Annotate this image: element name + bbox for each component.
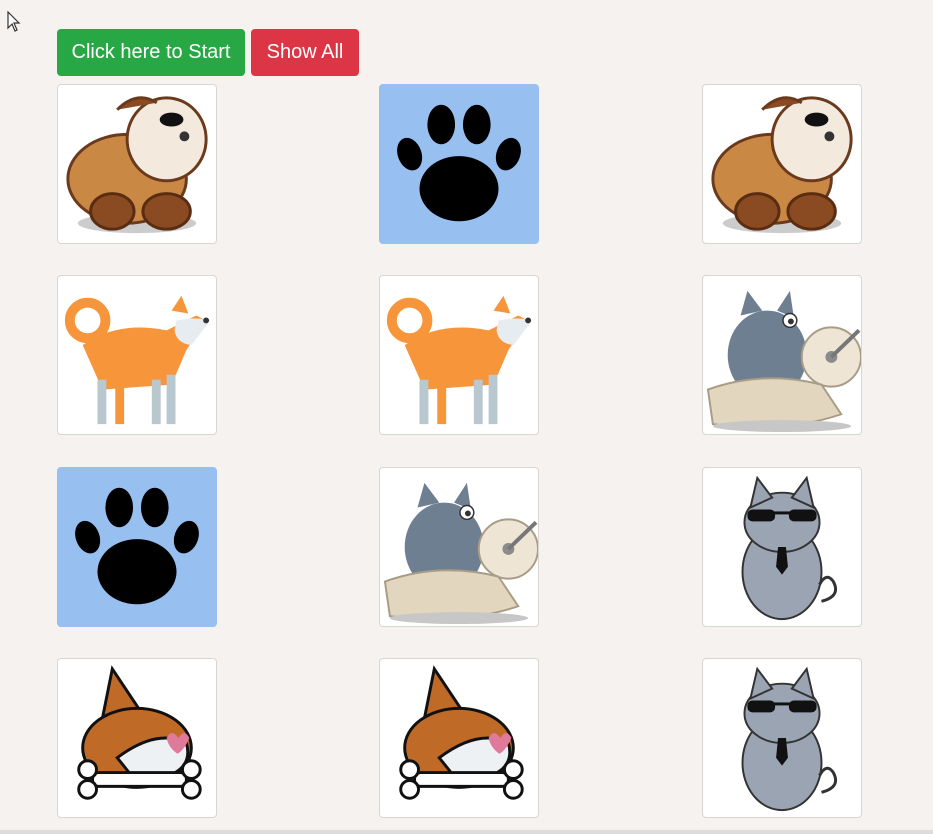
memory-card[interactable] [57,467,217,627]
memory-card[interactable] [379,467,539,627]
corgi-bone-icon [399,665,524,800]
memory-card[interactable] [57,275,217,435]
cool-cat-icon [741,666,838,812]
start-button[interactable]: Click here to Start [57,29,245,76]
memory-card[interactable] [379,84,539,244]
paw-icon [75,487,199,605]
paw-icon [397,104,521,222]
shiba-icon [386,295,532,425]
memory-card[interactable] [702,658,862,818]
shiba-icon [64,295,210,425]
memory-card[interactable] [702,275,862,435]
show-all-button[interactable]: Show All [251,29,359,76]
memory-card[interactable] [379,275,539,435]
memory-card[interactable] [702,467,862,627]
memory-card[interactable] [57,84,217,244]
bulldog-icon [66,96,208,234]
corgi-bone-icon [77,665,202,800]
memory-card[interactable] [57,658,217,818]
memory-card[interactable] [702,84,862,244]
bulldog-icon [711,96,853,234]
mouse-cursor-icon [7,11,21,32]
horizontal-scrollbar[interactable] [0,830,933,834]
cool-cat-icon [741,475,838,621]
cat-toilet-paper-icon [706,290,861,433]
memory-card[interactable] [379,658,539,818]
cat-toilet-paper-icon [383,482,538,625]
